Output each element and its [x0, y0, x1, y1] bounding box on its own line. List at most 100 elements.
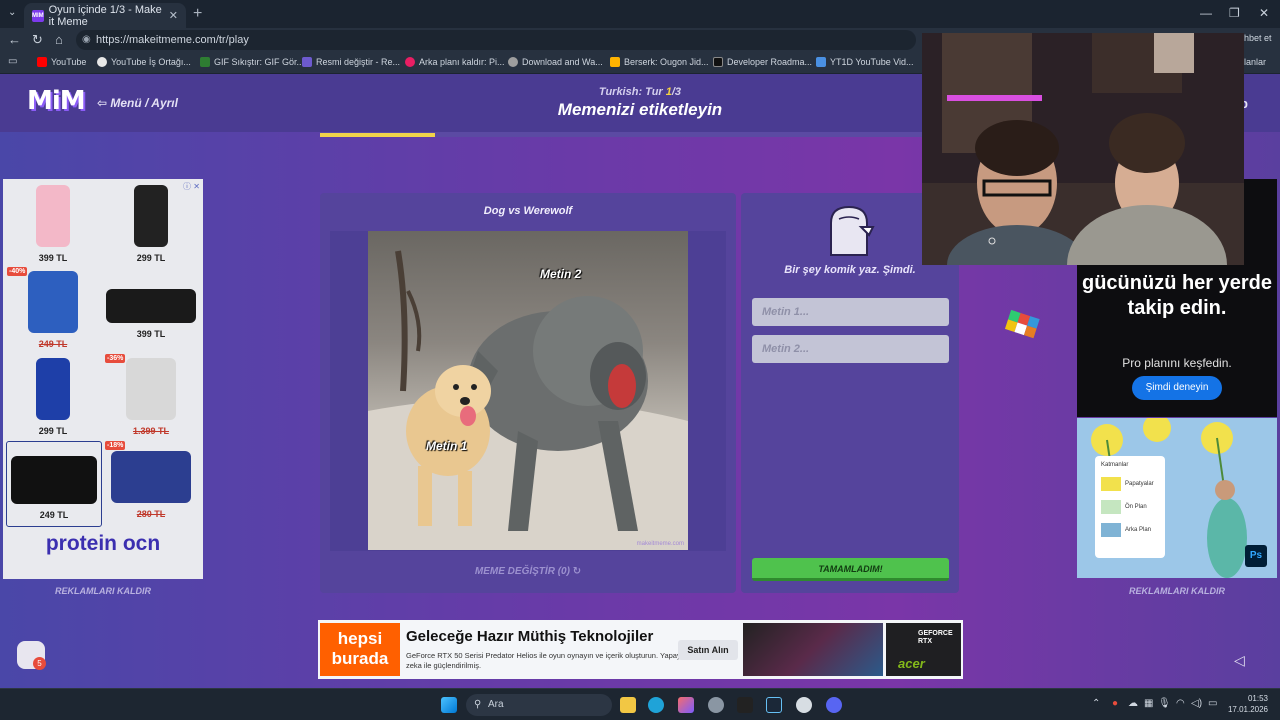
- tray-overflow-icon[interactable]: ⌃: [1092, 698, 1100, 709]
- page-title: Memenizi etiketleyin: [557, 100, 723, 119]
- ad-product[interactable]: -40% 249 TL: [5, 267, 101, 353]
- photos-icon[interactable]: [678, 697, 694, 713]
- back-button[interactable]: ←: [8, 32, 21, 47]
- ad-product[interactable]: -18% 280 TL: [103, 441, 199, 527]
- taskbar-clock[interactable]: 01:53 17.01.2026: [1226, 693, 1268, 715]
- bookmark-item[interactable]: YouTube İş Ortağı...: [97, 57, 191, 67]
- change-meme-button[interactable]: MEME DEĞİŞTİR (0) ↻: [320, 566, 736, 577]
- bookmark-item[interactable]: Developer Roadma...: [713, 57, 812, 67]
- volume-icon[interactable]: ◁): [1191, 698, 1202, 709]
- tab-list-icon[interactable]: ⌄: [8, 7, 16, 18]
- site-info-icon[interactable]: ◉: [82, 30, 91, 50]
- google-icon: [97, 57, 107, 67]
- product-image: [126, 358, 176, 420]
- ad-headline: gücünüzü her yerde takip edin.: [1081, 272, 1273, 319]
- tray-app-icon[interactable]: ☁: [1128, 698, 1138, 709]
- left-ad[interactable]: ⓘ ✕ 399 TL 299 TL -40% 249 TL 399 TL 299…: [3, 179, 203, 579]
- roadmap-icon: [713, 57, 723, 67]
- home-button[interactable]: ⌂: [55, 32, 63, 47]
- chrome-icon[interactable]: [796, 697, 812, 713]
- browser-tab[interactable]: MIM Oyun içinde 1/3 - Make it Meme ✕: [24, 3, 186, 28]
- text-1-input[interactable]: Metin 1...: [752, 298, 949, 326]
- meme-watermark: makeitmeme.com: [636, 541, 684, 547]
- remove-ads-link-left[interactable]: REKLAMLARI KALDIR: [3, 586, 203, 596]
- menu-leave-button[interactable]: ⇦ Menü / Ayrıl: [97, 96, 178, 110]
- settings-icon[interactable]: [708, 697, 724, 713]
- edge-icon[interactable]: [648, 697, 664, 713]
- ad-subtext: Pro planını keşfedin.: [1122, 356, 1232, 370]
- meme-panel: Dog vs Werewolf Metin 1 Metin 2 makeitme…: [320, 193, 736, 593]
- ad-product[interactable]: 299 TL: [5, 354, 101, 440]
- profile-label[interactable]: hbet et: [1244, 33, 1272, 43]
- address-bar[interactable]: ◉ https://makeitmeme.com/tr/play: [76, 30, 916, 50]
- meme-text-slot-2: Metin 2: [540, 267, 582, 281]
- game-logo[interactable]: MiM: [27, 86, 86, 116]
- bookmark-item[interactable]: Arka planı kaldır: Pi...: [405, 57, 505, 67]
- minimize-button[interactable]: —: [1200, 6, 1212, 20]
- bookmark-item[interactable]: GIF Sıkıştır: GIF Gör...: [200, 57, 304, 67]
- ad-subtext: GeForce RTX 50 Serisi Predator Helios il…: [406, 651, 681, 670]
- ad-product[interactable]: 399 TL: [5, 181, 101, 267]
- text-2-input[interactable]: Metin 2...: [752, 335, 949, 363]
- youtube-icon: [37, 57, 47, 67]
- battery-icon[interactable]: ▭: [1208, 698, 1217, 709]
- ad-product[interactable]: 299 TL: [103, 181, 199, 267]
- meme-image: Metin 1 Metin 2 makeitmeme.com: [368, 231, 688, 550]
- remove-ads-link-right[interactable]: REKLAMLARI KALDIR: [1077, 586, 1277, 596]
- product-image: [28, 271, 78, 333]
- tab-title: Oyun içinde 1/3 - Make it Meme: [48, 3, 162, 28]
- discord-icon[interactable]: [826, 697, 842, 713]
- webcam-overlay: [922, 33, 1244, 265]
- steam-icon[interactable]: [766, 697, 782, 713]
- product-image: [111, 451, 191, 503]
- layers-panel: Katmanlar Papatyalar Ön Plan Arka Plan: [1095, 456, 1165, 558]
- sound-icon[interactable]: ◁: [1234, 652, 1245, 669]
- close-tab-icon[interactable]: ✕: [169, 9, 178, 22]
- remove-bg-icon: [405, 57, 415, 67]
- caption-prompt: Bir şey komik yaz. Şimdi.: [784, 264, 916, 276]
- try-now-button[interactable]: Şimdi deneyin: [1132, 376, 1222, 400]
- apps-icon[interactable]: ▭: [8, 56, 17, 67]
- hepsiburada-logo: hepsi burada: [320, 623, 400, 676]
- epic-games-icon[interactable]: [737, 697, 753, 713]
- url-text: https://makeitmeme.com/tr/play: [96, 34, 249, 46]
- bookmark-item[interactable]: YT1D YouTube Vid...: [816, 57, 914, 67]
- discount-badge: -40%: [7, 267, 28, 276]
- bottom-ad[interactable]: hepsi burada Geleceğe Hazır Müthiş Tekno…: [318, 620, 963, 679]
- webcam-feed: [922, 33, 1244, 265]
- ad-brand-logo: protein ocn: [45, 532, 161, 555]
- tray-app-icon[interactable]: ▦: [1144, 698, 1153, 709]
- favicon-icon: MIM: [32, 9, 44, 22]
- bookmark-item[interactable]: Berserk: Ougon Jid...: [610, 57, 709, 67]
- chat-badge: 5: [33, 657, 46, 670]
- meme-title: Dog vs Werewolf: [483, 205, 573, 217]
- taskbar-search[interactable]: ⚲ Ara: [466, 694, 612, 716]
- bookmark-item[interactable]: YouTube: [37, 57, 86, 67]
- product-image: [106, 289, 196, 323]
- start-windows-icon[interactable]: [441, 697, 457, 713]
- rubik-cube-icon: [1004, 309, 1040, 339]
- microphone-icon[interactable]: 🎙: [1158, 698, 1171, 709]
- wifi-icon[interactable]: ◠: [1176, 698, 1185, 709]
- ad-product[interactable]: -36% 1.399 TL: [103, 354, 199, 440]
- close-window-button[interactable]: ✕: [1259, 6, 1269, 20]
- discount-badge: -36%: [105, 354, 126, 363]
- ad-product[interactable]: 399 TL: [103, 267, 199, 353]
- new-tab-button[interactable]: +: [193, 5, 202, 23]
- ad-product[interactable]: 249 TL: [6, 441, 102, 527]
- folder-icon: [610, 57, 620, 67]
- download-icon: [508, 57, 518, 67]
- resize-icon: [302, 57, 312, 67]
- bookmark-item[interactable]: Download and Wa...: [508, 57, 603, 67]
- maximize-button[interactable]: ❐: [1229, 6, 1240, 20]
- done-button[interactable]: TAMAMLADIM!: [752, 558, 949, 581]
- all-bookmarks[interactable]: lanlar: [1244, 57, 1266, 67]
- tray-app-icon[interactable]: ●: [1112, 698, 1118, 709]
- geforce-label: GEFORCE RTX: [918, 630, 953, 645]
- file-explorer-icon[interactable]: [620, 697, 636, 713]
- reload-button[interactable]: ↻: [32, 32, 43, 48]
- right-ad-bottom[interactable]: Katmanlar Papatyalar Ön Plan Arka Plan P…: [1077, 418, 1277, 578]
- bookmark-item[interactable]: Resmi değiştir - Re...: [302, 57, 400, 67]
- buy-button[interactable]: Satın Alın: [678, 640, 738, 660]
- taskbar: ⚲ Ara ⌃ ● ☁ ▦ 🎙 ◠ ◁) ▭ 01:53 17.01.2026: [0, 688, 1280, 720]
